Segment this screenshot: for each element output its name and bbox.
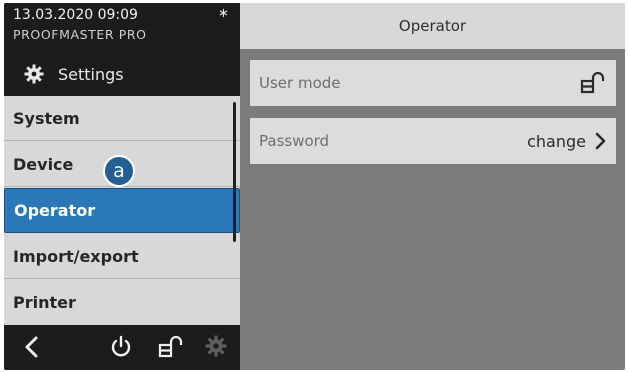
menu-item-label: System <box>13 108 80 128</box>
menu-item-operator[interactable]: Operator <box>4 188 240 233</box>
left-panel: 13.03.2020 09:09 ∗ PROOFMASTER PRO Setti <box>4 3 240 370</box>
menu-item-printer[interactable]: Printer <box>4 280 240 325</box>
model-label: PROOFMASTER PRO <box>13 27 147 42</box>
password-value[interactable]: change <box>527 132 606 151</box>
callout-badge: a <box>103 155 135 187</box>
password-change-link[interactable]: change <box>527 132 586 151</box>
gear-icon[interactable] <box>205 335 227 357</box>
menu-item-system[interactable]: System <box>4 96 240 141</box>
lock-open-icon[interactable] <box>158 335 184 359</box>
menu-item-label: Operator <box>14 201 96 220</box>
menu-item-import-export[interactable]: Import/export <box>4 234 240 279</box>
page-title: Operator <box>240 3 625 49</box>
back-icon[interactable] <box>22 335 42 359</box>
settings-menu: System Device Operator Import/export Pri… <box>4 96 240 325</box>
device-screen: 13.03.2020 09:09 ∗ PROOFMASTER PRO Setti <box>4 3 625 370</box>
user-mode-label: User mode <box>259 74 341 92</box>
datetime-label: 13.03.2020 09:09 <box>13 7 138 23</box>
menu-item-label: Device <box>13 154 74 174</box>
footer-bar <box>4 325 240 370</box>
chevron-right-icon[interactable] <box>594 132 606 150</box>
settings-header: Settings <box>24 61 124 87</box>
password-row[interactable]: Password change <box>250 118 616 164</box>
lock-open-icon[interactable] <box>580 71 606 95</box>
settings-title: Settings <box>58 64 124 84</box>
power-icon[interactable] <box>110 335 132 359</box>
password-label: Password <box>259 132 330 150</box>
menu-item-label: Printer <box>13 293 76 312</box>
bluetooth-icon: ∗ <box>218 6 229 21</box>
menu-item-label: Import/export <box>13 246 139 266</box>
user-mode-value <box>580 71 606 95</box>
gear-icon <box>24 64 44 84</box>
user-mode-row[interactable]: User mode <box>250 60 616 106</box>
menu-scrollbar-thumb[interactable] <box>233 190 236 232</box>
